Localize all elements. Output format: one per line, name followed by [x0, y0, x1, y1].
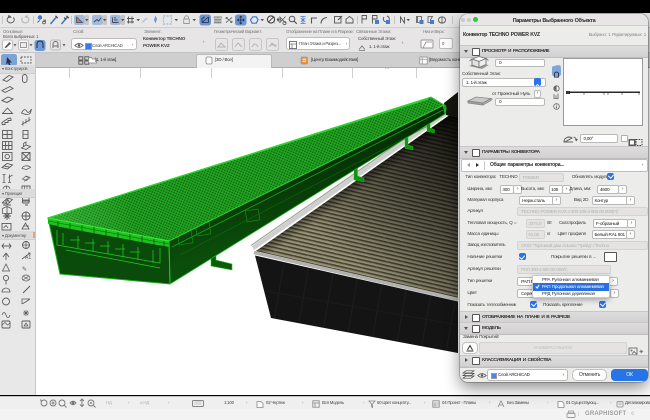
svg-text:✎: ✎	[22, 266, 27, 273]
svg-text:A1: A1	[25, 255, 31, 261]
